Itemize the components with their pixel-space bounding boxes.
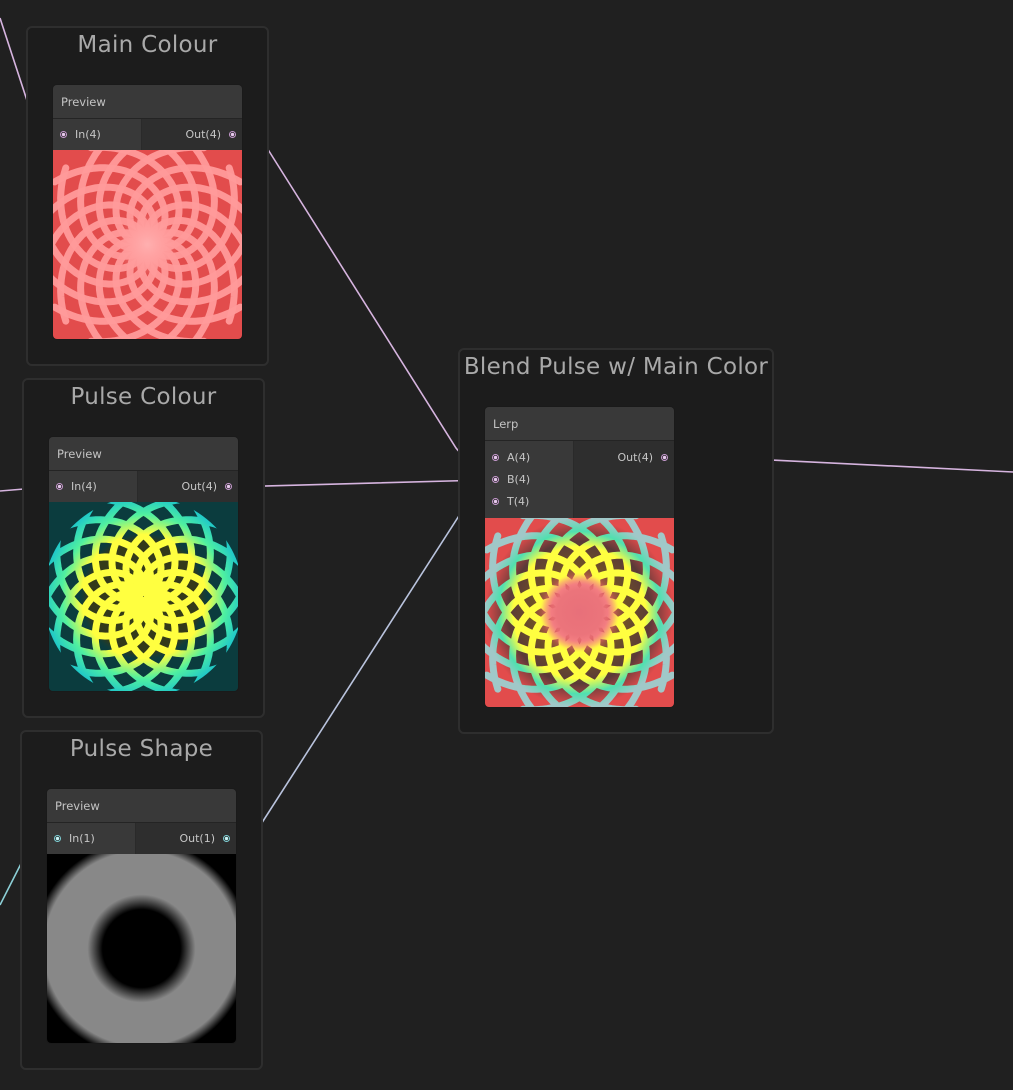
input-port-a[interactable]: A(4)	[485, 446, 573, 468]
port-dot[interactable]	[492, 475, 499, 483]
port-dot[interactable]	[225, 482, 232, 490]
wire-main-to-lerp-a[interactable]	[232, 133, 494, 457]
group-pulse-colour[interactable]: Pulse Colour Preview In(4) Out(4)	[22, 378, 265, 718]
port-label: Out(1)	[179, 831, 215, 845]
node-header[interactable]: Preview	[47, 789, 236, 823]
input-port-b[interactable]: B(4)	[485, 468, 573, 490]
output-port[interactable]: Out(4)	[574, 446, 674, 468]
group-title: Pulse Shape	[69, 736, 214, 762]
preview-image	[53, 150, 242, 339]
port-dot[interactable]	[60, 130, 67, 138]
input-port[interactable]: In(4)	[53, 123, 141, 145]
node-header[interactable]: Lerp	[485, 407, 674, 441]
port-label: T(4)	[507, 494, 530, 508]
port-label: B(4)	[507, 472, 531, 486]
port-label: Out(4)	[185, 127, 221, 141]
preview-image	[47, 854, 236, 1043]
port-label: In(1)	[69, 831, 95, 845]
port-dot[interactable]	[223, 834, 230, 842]
output-port[interactable]: Out(4)	[142, 123, 242, 145]
port-dot[interactable]	[492, 453, 499, 461]
input-port[interactable]: In(4)	[49, 475, 137, 497]
wire-shape-to-lerp-t[interactable]	[226, 501, 494, 839]
preview-image	[485, 518, 674, 707]
preview-image	[49, 502, 238, 691]
group-main-colour[interactable]: Main Colour Preview In(4) Out(4)	[26, 26, 269, 366]
lerp-node[interactable]: Lerp A(4) B(4) T(4) Out(4)	[485, 407, 674, 707]
input-port[interactable]: In(1)	[47, 827, 135, 849]
group-title: Blend Pulse w/ Main Color	[463, 354, 769, 380]
port-label: Out(4)	[181, 479, 217, 493]
group-blend-pulse[interactable]: Blend Pulse w/ Main Color Lerp A(4) B(4)…	[458, 348, 774, 734]
port-label: A(4)	[507, 450, 531, 464]
port-dot[interactable]	[229, 130, 236, 138]
port-dot[interactable]	[661, 453, 668, 461]
wire-pulse-to-lerp-b[interactable]	[227, 479, 494, 488]
output-port[interactable]: Out(1)	[136, 827, 236, 849]
node-header[interactable]: Preview	[53, 85, 242, 119]
node-header[interactable]: Preview	[49, 437, 238, 471]
preview-node[interactable]: Preview In(4) Out(4)	[53, 85, 242, 339]
output-port[interactable]: Out(4)	[138, 475, 238, 497]
group-title: Pulse Colour	[70, 384, 217, 410]
input-port-t[interactable]: T(4)	[485, 490, 573, 512]
port-dot[interactable]	[56, 482, 63, 490]
port-label: Out(4)	[617, 450, 653, 464]
port-label: In(4)	[75, 127, 101, 141]
group-pulse-shape[interactable]: Pulse Shape Preview In(1) Out(1)	[20, 730, 263, 1070]
port-dot[interactable]	[492, 497, 499, 505]
port-label: In(4)	[71, 479, 97, 493]
preview-node[interactable]: Preview In(1) Out(1)	[47, 789, 236, 1043]
group-title: Main Colour	[77, 32, 218, 58]
port-dot[interactable]	[54, 834, 61, 842]
preview-node[interactable]: Preview In(4) Out(4)	[49, 437, 238, 691]
